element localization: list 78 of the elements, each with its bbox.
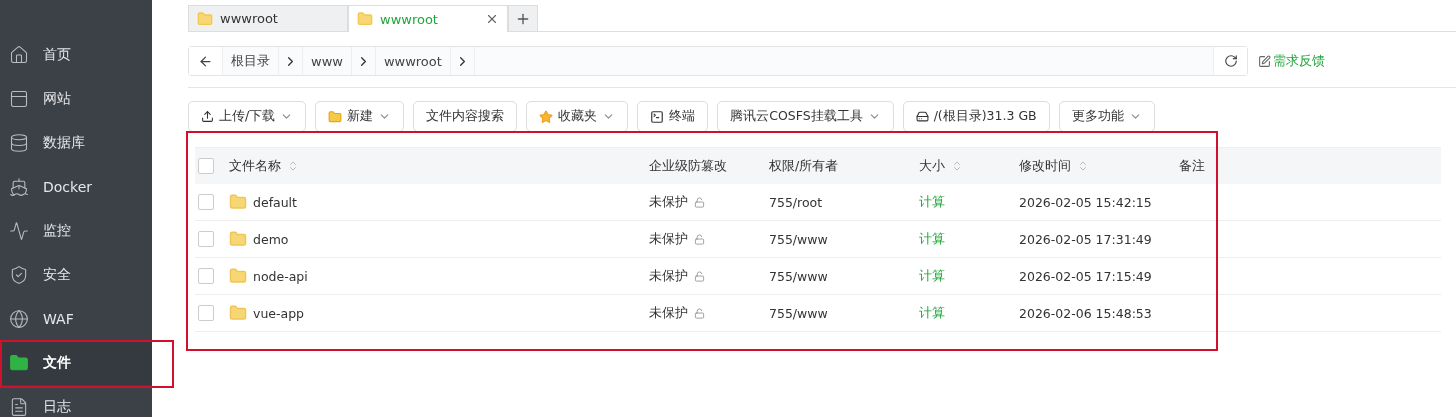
table-cell: 未保护 [649, 230, 769, 248]
column-header[interactable]: 文件名称 [229, 157, 649, 175]
table-cell: demo [229, 230, 649, 248]
close-icon[interactable] [485, 12, 499, 26]
back-button[interactable] [189, 47, 223, 75]
table-cell: 未保护 [649, 267, 769, 285]
folder-icon [197, 10, 213, 27]
home-icon [9, 45, 29, 65]
sort-icon [1077, 160, 1089, 172]
checkbox[interactable] [198, 268, 214, 284]
table-cell: node-api [229, 267, 649, 285]
column-header: 备注 [1179, 157, 1206, 175]
folder-icon [229, 230, 247, 248]
arrow-left-icon [198, 53, 213, 69]
table-cell-text: 755/www [769, 231, 829, 247]
folder-icon [229, 193, 247, 211]
sidebar-item[interactable]: 日志 [0, 385, 152, 417]
toolbar-button[interactable]: 收藏夹 [526, 101, 629, 132]
unlocked-icon [694, 270, 705, 282]
table-cell-text: 2026-02-05 17:31:49 [1019, 231, 1153, 247]
folder-icon [9, 353, 29, 373]
table-cell: default [229, 193, 649, 211]
browser-window-icon [9, 89, 29, 109]
sort-icon [287, 160, 299, 172]
terminal-icon [650, 109, 665, 124]
sidebar-item[interactable]: 网站 [0, 77, 152, 121]
shield-icon [9, 265, 29, 285]
checkbox[interactable] [198, 158, 214, 174]
sidebar-item[interactable]: 监控 [0, 209, 152, 253]
table-cell-text: 2026-02-05 15:42:15 [1019, 194, 1153, 210]
folder-icon [229, 304, 247, 322]
unlocked-icon [694, 307, 705, 319]
toolbar-button[interactable]: 文件内容搜索 [413, 101, 518, 132]
table-cell: 未保护 [649, 193, 769, 211]
toolbar-button[interactable]: 新建 [315, 101, 405, 132]
folder-icon [357, 11, 373, 27]
folder-plus-icon [328, 109, 343, 124]
toolbar-button[interactable]: 腾讯云COSFS挂载工具 [717, 101, 894, 132]
table-cell-text: 755/www [769, 305, 829, 321]
toolbar-button[interactable]: 上传/下载 [188, 101, 307, 132]
table-cell-text: 2026-02-06 15:48:53 [1019, 305, 1153, 321]
chart-icon [9, 221, 29, 241]
folder-icon [229, 267, 247, 285]
star-icon [539, 109, 554, 124]
table-cell: 未保护 [649, 304, 769, 322]
edit-icon [1258, 54, 1271, 68]
column-header[interactable]: 修改时间 [1019, 157, 1179, 175]
toolbar-button[interactable]: 更多功能 [1058, 101, 1155, 132]
ship-icon [9, 177, 29, 197]
sidebar-item[interactable]: 安全 [0, 253, 152, 297]
table-cell-text: 2026-02-05 17:15:49 [1019, 268, 1153, 284]
sidebar-item[interactable]: WAF [0, 297, 152, 341]
sort-icon [951, 160, 963, 172]
globe-icon [9, 309, 29, 329]
upload-icon [201, 110, 214, 123]
database-icon [9, 133, 29, 153]
tab[interactable]: wwwroot [188, 5, 348, 31]
column-header: 企业级防篡改 [649, 157, 728, 175]
unlocked-icon [694, 196, 705, 208]
table-cell: vue-app [229, 304, 649, 322]
document-icon [9, 397, 29, 417]
toolbar-button[interactable]: 终端 [637, 101, 709, 132]
add-tab-button[interactable] [508, 5, 538, 31]
toolbar-button[interactable]: /(根目录)31.3 GB [902, 101, 1050, 132]
refresh-button[interactable] [1213, 47, 1247, 75]
checkbox[interactable] [198, 194, 214, 210]
table-cell-text: 755/root [769, 194, 824, 210]
column-header: 权限/所有者 [769, 157, 840, 175]
refresh-icon [1223, 54, 1238, 68]
column-header[interactable]: 大小 [919, 157, 1019, 175]
sidebar-item[interactable]: Docker [0, 165, 152, 209]
table-cell-text: 755/www [769, 268, 829, 284]
checkbox[interactable] [198, 231, 214, 247]
sidebar-item[interactable]: 首页 [0, 33, 152, 77]
sidebar-item[interactable]: 数据库 [0, 121, 152, 165]
checkbox[interactable] [198, 305, 214, 321]
sidebar-item[interactable]: 文件 [0, 341, 152, 385]
unlocked-icon [694, 233, 705, 245]
